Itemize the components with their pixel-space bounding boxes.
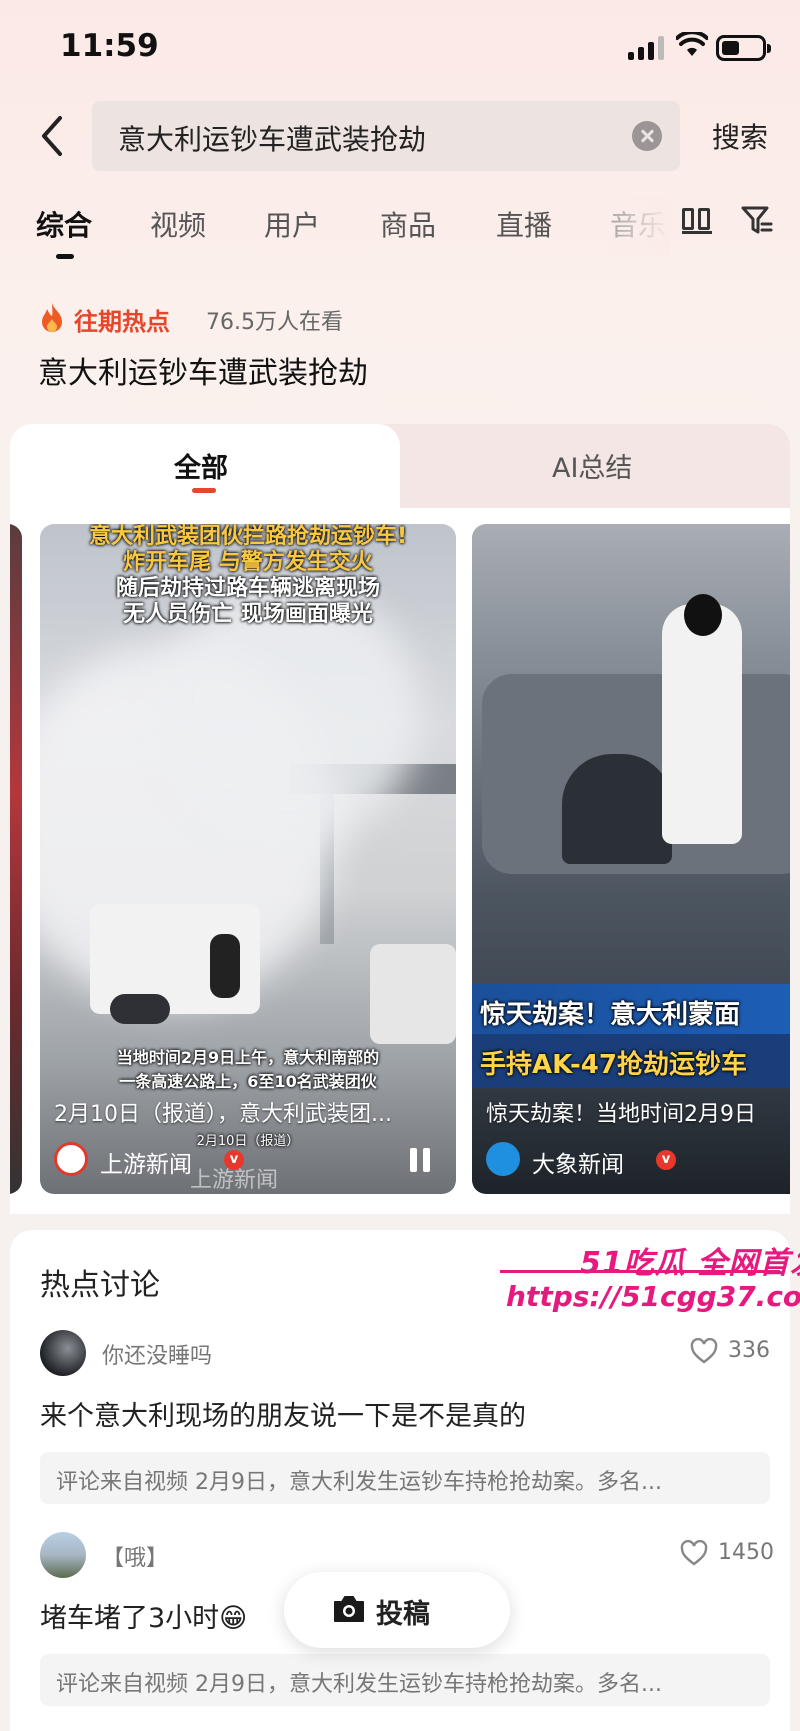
like-button[interactable]: 1450 (680, 1538, 774, 1568)
battery-icon (716, 35, 771, 61)
verified-icon: v (656, 1150, 676, 1170)
back-arrow-icon[interactable] (34, 112, 74, 160)
pause-icon[interactable] (410, 1148, 432, 1172)
video-title: 2月10日（报道），意大利武装团... (54, 1102, 392, 1127)
promo-watermark: 51吃瓜 全网首发 (580, 1246, 800, 1281)
comment-text: 堵车堵了3小时😁 (40, 1603, 248, 1634)
search-input[interactable]: 意大利运钞车遭武装抢劫 (92, 101, 680, 171)
scene-car (370, 944, 456, 1044)
layout-toggle-icon[interactable] (682, 206, 712, 234)
discussion-title: 热点讨论 (40, 1268, 160, 1303)
wifi-icon (676, 32, 708, 56)
comment-username[interactable]: 【哦】 (102, 1540, 168, 1572)
tab-indicator (56, 254, 74, 259)
hot-label: 往期热点 (74, 308, 170, 336)
tab-live[interactable]: 直播 (496, 204, 552, 244)
video-section: 全部 AI总结 意大利武装团伙拦路抢劫运钞车! 炸开车尾 与警方发生交火 随后劫… (10, 424, 790, 1214)
comment-username[interactable]: 你还没睡吗 (102, 1338, 212, 1370)
video-card-prev[interactable] (10, 524, 22, 1194)
video-caption: 无人员伤亡 现场画面曝光 (123, 602, 373, 627)
search-query: 意大利运钞车遭武装抢劫 (118, 123, 427, 156)
scene-person (662, 604, 742, 844)
camera-icon (334, 1596, 364, 1622)
viewer-count: 76.5万人在看 (206, 310, 343, 335)
hot-discussion: 热点讨论 51吃瓜 全网首发 https://51cgg37.com 你还没睡吗… (10, 1230, 800, 1731)
scene-mask (684, 594, 722, 636)
source-name: 大象新闻 (532, 1152, 624, 1178)
clear-icon[interactable] (632, 121, 662, 151)
video-banner-text: 惊天劫案！意大利蒙面 (480, 1000, 741, 1030)
like-count: 1450 (718, 1540, 774, 1565)
cellular-signal-icon (628, 36, 664, 60)
avatar[interactable] (40, 1532, 86, 1578)
promo-url: https://51cgg37.com (506, 1280, 800, 1313)
video-title: 惊天劫案！当地时间2月9日 (486, 1102, 756, 1127)
post-button-label: 投稿 (376, 1599, 430, 1630)
segment-all[interactable]: 全部 (174, 446, 228, 485)
video-subtitle: 当地时间2月9日上午，意大利南部的 (116, 1048, 380, 1067)
source-logo-icon (54, 1142, 88, 1176)
video-subtitle: 一条高速公路上，6至10名武装团伙 (119, 1072, 377, 1091)
video-card[interactable]: 意大利武装团伙拦路抢劫运钞车! 炸开车尾 与警方发生交火 随后劫持过路车辆逃离现… (40, 524, 456, 1194)
source-logo-icon (486, 1142, 520, 1176)
video-card[interactable]: 惊天劫案！意大利蒙面 手持AK-47抢劫运钞车 惊天劫案！当地时间2月9日 大象… (472, 524, 790, 1194)
category-tabs: 综合 视频 用户 商品 直播 音乐 (0, 196, 800, 266)
like-count: 336 (728, 1338, 770, 1363)
tab-all[interactable]: 综合 (36, 204, 92, 244)
video-banner-text: 手持AK-47抢劫运钞车 (480, 1050, 747, 1080)
scene-grille (562, 754, 672, 864)
heart-icon (690, 1338, 718, 1364)
source-name: 上游新闻 (100, 1152, 192, 1178)
comment-source-text: 评论来自视频 2月9日，意大利发生运钞车持枪抢劫案。多名... (56, 1672, 662, 1697)
like-button[interactable]: 336 (690, 1336, 770, 1366)
status-bar: 11:59 (0, 0, 800, 92)
tab-products[interactable]: 商品 (380, 204, 436, 244)
segment-indicator (192, 488, 216, 493)
promo-divider (500, 1270, 780, 1273)
comment-item[interactable]: 你还没睡吗 336 来个意大利现场的朋友说一下是不是真的 评论来自视频 2月9日… (40, 1330, 770, 1510)
scene-person (210, 934, 240, 998)
comment-source[interactable]: 评论来自视频 2月9日，意大利发生运钞车持枪抢劫案。多名... (40, 1654, 770, 1706)
tab-users[interactable]: 用户 (264, 204, 320, 244)
heart-icon (680, 1540, 708, 1566)
tab-video[interactable]: 视频 (150, 204, 206, 244)
segment-ai-summary[interactable]: AI总结 (552, 446, 632, 485)
status-time: 11:59 (60, 28, 159, 64)
scene-wheel (110, 994, 170, 1024)
filter-icon[interactable] (740, 204, 774, 236)
watermark: 上游新闻 (190, 1168, 279, 1193)
comment-source[interactable]: 评论来自视频 2月9日，意大利发生运钞车持枪抢劫案。多名... (40, 1452, 770, 1504)
post-button[interactable]: 投稿 (284, 1572, 510, 1648)
tab-fade (600, 196, 670, 256)
video-carousel: 意大利武装团伙拦路抢劫运钞车! 炸开车尾 与警方发生交火 随后劫持过路车辆逃离现… (10, 508, 790, 1214)
comment-text: 来个意大利现场的朋友说一下是不是真的 (40, 1401, 526, 1432)
search-button[interactable]: 搜索 (712, 116, 768, 156)
video-source[interactable]: 大象新闻 v (486, 1142, 786, 1182)
flame-icon (42, 303, 62, 332)
comment-source-text: 评论来自视频 2月9日，意大利发生运钞车持枪抢劫案。多名... (56, 1470, 662, 1495)
hot-topic-title: 意大利运钞车遭武装抢劫 (38, 356, 368, 391)
avatar[interactable] (40, 1330, 86, 1376)
